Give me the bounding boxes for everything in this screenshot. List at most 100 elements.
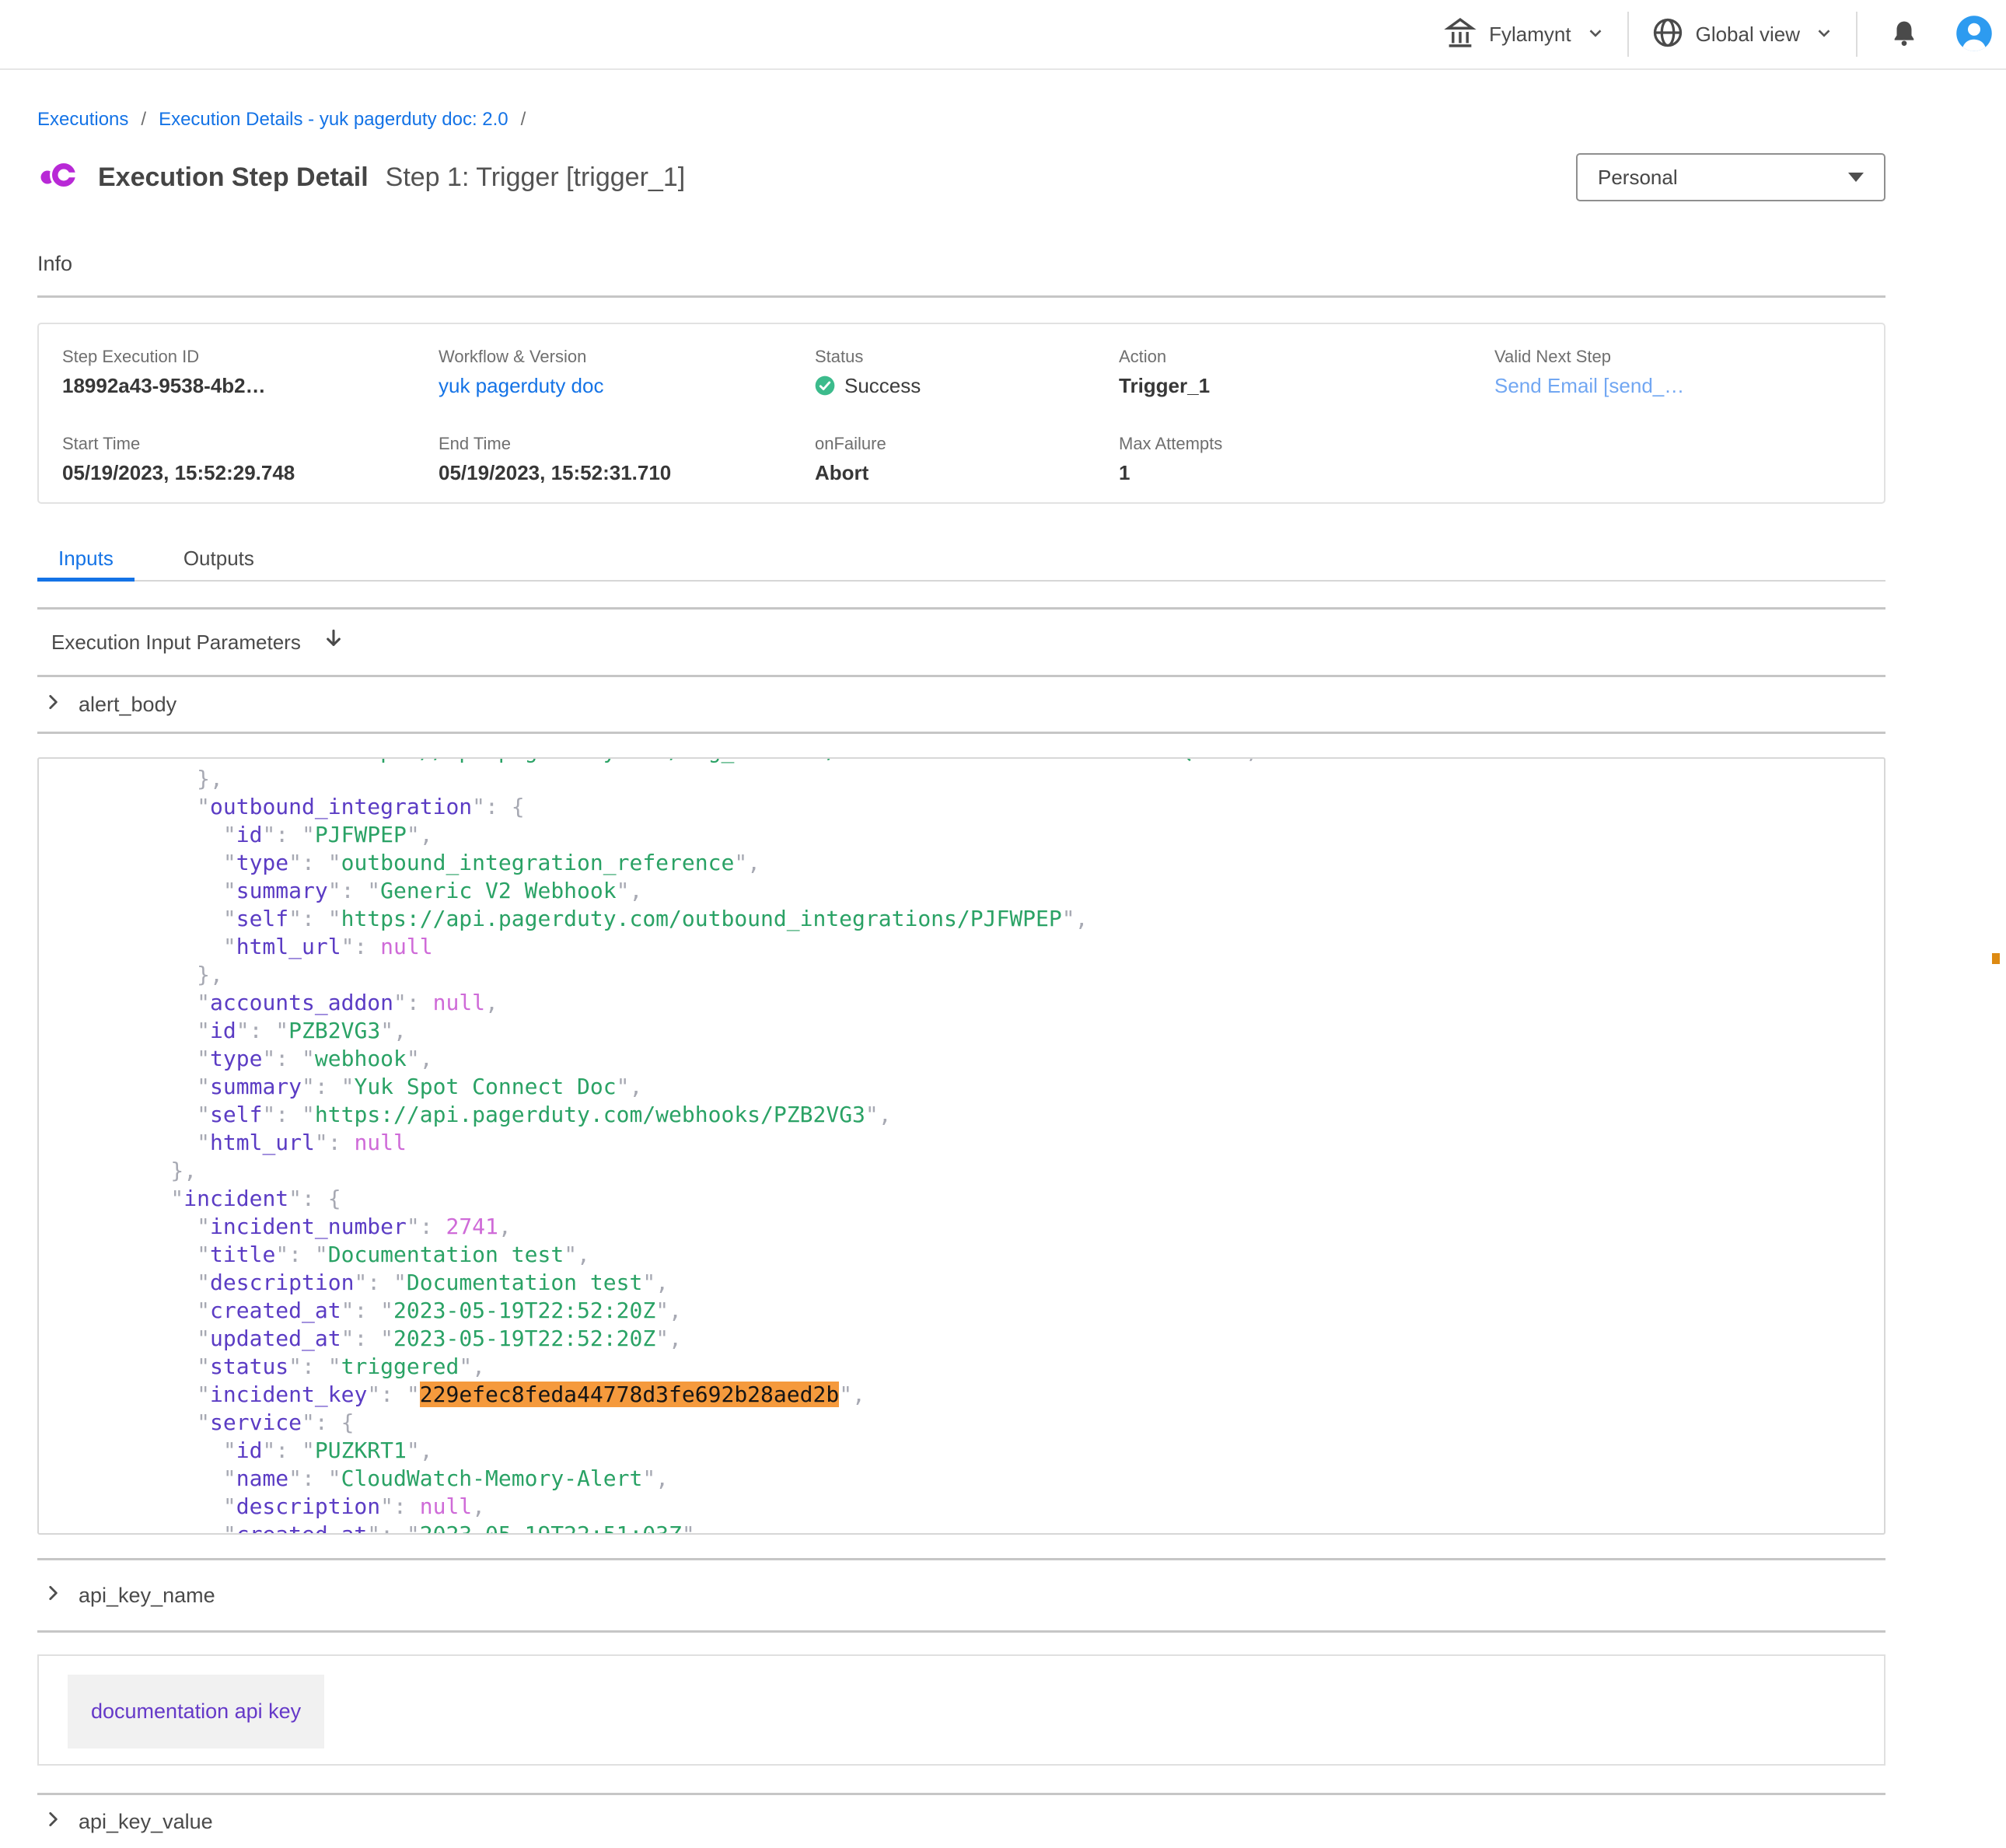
section-divider	[37, 295, 1885, 298]
code-line: "description": null,	[118, 1493, 1884, 1521]
code-line: "type": "webhook",	[118, 1045, 1884, 1073]
chevron-right-icon	[43, 1809, 63, 1835]
code-line: "html_url": null	[118, 933, 1884, 961]
code-line: "name": "CloudWatch-Memory-Alert",	[118, 1465, 1884, 1493]
code-line: "updated_at": "2023-05-19T22:52:20Z",	[118, 1325, 1884, 1353]
info-field-label: Start Time	[62, 433, 439, 455]
info-heading: Info	[37, 249, 1885, 278]
info-card: Step Execution ID 18992a43-9538-4b2…Workf…	[37, 323, 1885, 504]
code-line: "self": "https://api.pagerduty.com/outbo…	[118, 905, 1884, 933]
param-section-label: alert_body	[79, 693, 176, 717]
json-code: "self": "https://api.pagerduty.com/log_e…	[39, 757, 1884, 1535]
param-section-label: api_key_value	[79, 1810, 213, 1834]
alert-body-json-viewer[interactable]: "self": "https://api.pagerduty.com/log_e…	[37, 757, 1885, 1535]
code-line: "incident_number": 2741,	[118, 1213, 1884, 1241]
code-line: "summary": "Yuk Spot Connect Doc",	[118, 1073, 1884, 1101]
app-logo-icon	[37, 153, 82, 202]
title-row: Execution Step Detail Step 1: Trigger [t…	[37, 152, 1885, 202]
code-line: "self": "https://api.pagerduty.com/webho…	[118, 1101, 1884, 1129]
code-line: "incident": {	[118, 1185, 1884, 1213]
code-line: },	[118, 961, 1884, 989]
breadcrumb-link[interactable]: Execution Details - yuk pagerduty doc: 2…	[159, 109, 508, 130]
chevron-down-icon	[1585, 23, 1606, 47]
bank-icon	[1442, 15, 1478, 54]
download-parameters-button[interactable]	[321, 627, 346, 658]
scope-select[interactable]: Personal	[1576, 153, 1885, 201]
code-line: "html_url": null	[118, 1129, 1884, 1157]
info-field-label: Action	[1119, 346, 1494, 368]
info-field-label: onFailure	[815, 433, 1119, 455]
start-time: Start Time 05/19/2023, 15:52:29.748	[62, 433, 439, 486]
avatar-button[interactable]	[1954, 13, 1994, 56]
code-line: },	[118, 1157, 1884, 1185]
execution-input-parameters-header: Execution Input Parameters	[37, 610, 1885, 675]
code-line: "accounts_addon": null,	[118, 989, 1884, 1017]
code-line: "title": "Documentation test",	[118, 1241, 1884, 1269]
section-divider	[37, 1630, 1885, 1633]
info-field-label: Max Attempts	[1119, 433, 1494, 455]
execution-input-parameters-label: Execution Input Parameters	[51, 629, 301, 655]
breadcrumb-link[interactable]: Executions	[37, 109, 128, 130]
info-field-value: Trigger_1	[1119, 372, 1494, 399]
tab-outputs[interactable]: Outputs	[163, 537, 275, 580]
info-field-label: Valid Next Step	[1494, 346, 1861, 368]
globe-icon	[1651, 16, 1685, 54]
info-field-value: 1	[1119, 459, 1494, 486]
code-line: "type": "outbound_integration_reference"…	[118, 849, 1884, 877]
notifications-button[interactable]	[1889, 18, 1920, 51]
action: Action Trigger_1	[1119, 346, 1494, 399]
info-field-label: Step Execution ID	[62, 346, 439, 368]
search-highlight: 229efec8feda44778d3fe692b28aed2b	[420, 1382, 839, 1407]
breadcrumb-separator: /	[141, 109, 146, 130]
scrollbar-match-marker	[1992, 953, 2000, 964]
success-check-icon	[815, 376, 835, 396]
section-divider	[37, 732, 1885, 734]
breadcrumb-separator: /	[521, 109, 526, 130]
chevron-down-icon	[1814, 23, 1834, 47]
info-field-value: 05/19/2023, 15:52:31.710	[439, 459, 815, 486]
code-line: "id": "PUZKRT1",	[118, 1437, 1884, 1465]
param-section-label: api_key_name	[79, 1584, 215, 1608]
info-field-value: 18992a43-9538-4b2…	[62, 372, 439, 399]
view-switcher[interactable]: Global view	[1651, 16, 1834, 54]
api-key-name-value: documentation api key	[68, 1675, 324, 1748]
scope-select-value: Personal	[1598, 166, 1678, 190]
info-field-value: Success	[815, 372, 1119, 399]
code-line: "self": "https://api.pagerduty.com/log_e…	[118, 757, 1884, 765]
valid-next-step-link: Valid Next Step Send Email [send_…	[1494, 346, 1861, 399]
page-subtitle: Step 1: Trigger [trigger_1]	[386, 162, 686, 193]
info-field-value[interactable]: yuk pagerduty doc	[439, 372, 815, 399]
step-execution-id: Step Execution ID 18992a43-9538-4b2…	[62, 346, 439, 399]
tab-inputs[interactable]: Inputs	[37, 537, 135, 580]
code-line: "status": "triggered",	[118, 1353, 1884, 1381]
breadcrumb: Executions / Execution Details - yuk pager…	[37, 107, 1885, 132]
onfailure: onFailureAbort	[815, 433, 1119, 486]
info-field-value[interactable]: Send Email [send_…	[1494, 372, 1861, 399]
bell-icon	[1889, 18, 1920, 51]
code-line: "id": "PZB2VG3",	[118, 1017, 1884, 1045]
org-label: Fylamynt	[1489, 23, 1571, 47]
org-switcher[interactable]: Fylamynt	[1442, 15, 1605, 54]
end-time: End Time 05/19/2023, 15:52:31.710	[439, 433, 815, 486]
code-line: "incident_key": "229efec8feda44778d3fe69…	[118, 1381, 1884, 1409]
code-line: "service": {	[118, 1409, 1884, 1437]
info-field-label: Status	[815, 346, 1119, 368]
info-row: Step Execution ID 18992a43-9538-4b2…Workf…	[62, 346, 1861, 399]
download-arrow-icon	[321, 627, 346, 658]
code-line: "summary": "Generic V2 Webhook",	[118, 877, 1884, 905]
code-line: },	[118, 765, 1884, 793]
topbar: Fylamynt Global view	[0, 0, 2006, 70]
param-section-api-key-name[interactable]: api_key_name	[37, 1560, 1885, 1630]
code-line: "description": "Documentation test",	[118, 1269, 1884, 1297]
chevron-right-icon	[43, 692, 63, 718]
tabs: Inputs Outputs	[37, 537, 1885, 582]
status: Status Success	[815, 346, 1119, 399]
page-title: Execution Step Detail	[98, 162, 369, 193]
info-field-value: 05/19/2023, 15:52:29.748	[62, 459, 439, 486]
param-section-api-key-value[interactable]: api_key_value	[37, 1795, 1885, 1848]
info-field-label: End Time	[439, 433, 815, 455]
code-line: "created_at": "2023-05-19T22:52:20Z",	[118, 1297, 1884, 1325]
info-field-label: Workflow & Version	[439, 346, 815, 368]
code-line: "id": "PJFWPEP",	[118, 821, 1884, 849]
param-section-alert-body[interactable]: alert_body	[37, 677, 1885, 732]
